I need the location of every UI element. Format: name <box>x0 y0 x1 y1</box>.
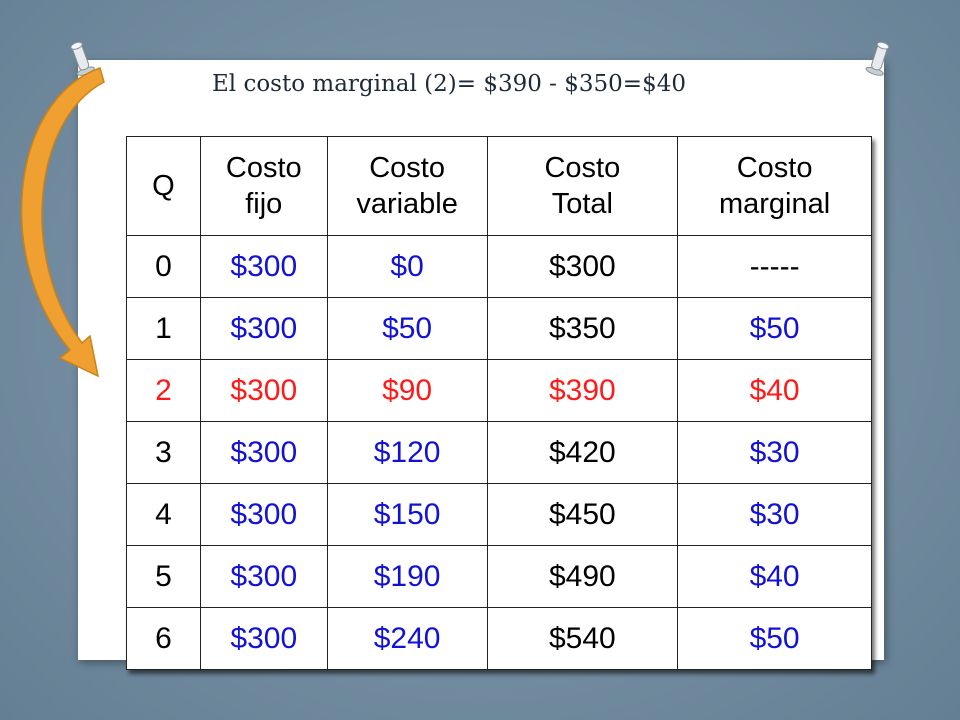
cell-costo-total: $450 <box>486 483 679 546</box>
table-row: 3 $300 $120 $420 $30 <box>126 421 872 484</box>
cell-costo-variable: $190 <box>326 545 488 608</box>
cell-q: 2 <box>126 359 201 422</box>
cell-costo-total: $350 <box>486 297 679 360</box>
pushpin-icon <box>865 41 890 76</box>
table-row: 1 $300 $50 $350 $50 <box>126 297 872 360</box>
cell-q: 3 <box>126 421 201 484</box>
cell-costo-variable: $120 <box>326 421 488 484</box>
cell-costo-variable: $240 <box>326 607 488 670</box>
cell-costo-marginal: ----- <box>677 235 872 298</box>
cell-costo-fijo: $300 <box>199 359 328 422</box>
cell-costo-fijo: $300 <box>199 421 328 484</box>
cell-q: 5 <box>126 545 201 608</box>
cell-costo-total: $390 <box>486 359 679 422</box>
cell-costo-total: $490 <box>486 545 679 608</box>
table-header-row: Q Costo fijo Costo variable Costo Total Cos… <box>126 136 872 236</box>
cell-costo-total: $420 <box>486 421 679 484</box>
cell-q: 4 <box>126 483 201 546</box>
cell-costo-marginal: $50 <box>677 607 872 670</box>
table-row: 6 $300 $240 $540 $50 <box>126 607 872 670</box>
cell-costo-variable: $0 <box>326 235 488 298</box>
table-row-highlight: 2 $300 $90 $390 $40 <box>126 359 872 422</box>
cell-costo-marginal: $30 <box>677 483 872 546</box>
cell-costo-marginal: $30 <box>677 421 872 484</box>
header-costo-variable: Costo variable <box>326 136 488 236</box>
slide-title: El costo marginal (2)= $390 - $350=$40 <box>212 71 686 97</box>
cell-q: 6 <box>126 607 201 670</box>
cell-costo-fijo: $300 <box>199 235 328 298</box>
cell-costo-variable: $90 <box>326 359 488 422</box>
header-q: Q <box>126 136 201 236</box>
table-row: 5 $300 $190 $490 $40 <box>126 545 872 608</box>
cell-costo-fijo: $300 <box>199 483 328 546</box>
cell-costo-fijo: $300 <box>199 297 328 360</box>
cost-table: Q Costo fijo Costo variable Costo Total Cos… <box>126 136 872 670</box>
cell-costo-marginal: $40 <box>677 545 872 608</box>
cell-costo-fijo: $300 <box>199 545 328 608</box>
header-costo-fijo: Costo fijo <box>199 136 328 236</box>
cell-costo-total: $540 <box>486 607 679 670</box>
cell-q: 1 <box>126 297 201 360</box>
table-row: 0 $300 $0 $300 ----- <box>126 235 872 298</box>
cell-costo-marginal: $50 <box>677 297 872 360</box>
cell-costo-total: $300 <box>486 235 679 298</box>
cell-q: 0 <box>126 235 201 298</box>
table-row: 4 $300 $150 $450 $30 <box>126 483 872 546</box>
header-costo-marginal: Costo marginal <box>677 136 872 236</box>
cell-costo-marginal: $40 <box>677 359 872 422</box>
cell-costo-variable: $150 <box>326 483 488 546</box>
curved-arrow-icon <box>20 67 105 378</box>
header-costo-total: Costo Total <box>486 136 679 236</box>
cell-costo-fijo: $300 <box>199 607 328 670</box>
cell-costo-variable: $50 <box>326 297 488 360</box>
